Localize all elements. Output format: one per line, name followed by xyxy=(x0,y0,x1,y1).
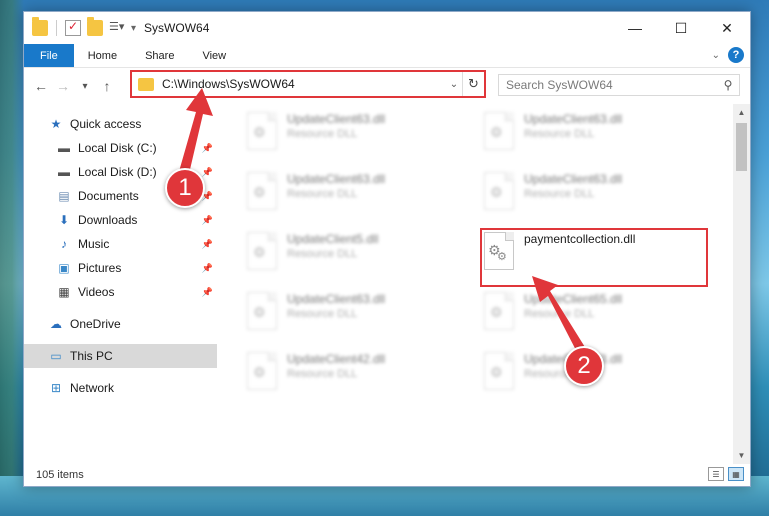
refresh-icon[interactable]: ↻ xyxy=(462,72,484,96)
dll-file-icon: ⚙ xyxy=(482,170,518,214)
dll-file-icon: ⚙ xyxy=(245,110,281,154)
file-item[interactable]: ⚙ UpdateClient63.dllResource DLL xyxy=(245,290,465,346)
computer-icon: ▭ xyxy=(50,349,62,363)
sidebar-item-label: OneDrive xyxy=(70,317,121,331)
pin-icon: 📌 xyxy=(201,166,213,177)
window-controls: — ☐ ✕ xyxy=(612,12,750,44)
videos-icon: ▦ xyxy=(58,285,70,299)
dll-file-icon: ⚙ xyxy=(482,290,518,334)
expand-ribbon-icon[interactable]: ⌄ xyxy=(712,50,720,61)
sidebar-item-this-pc[interactable]: ▭ This PC xyxy=(24,344,217,368)
close-button[interactable]: ✕ xyxy=(704,12,750,44)
sidebar-item-label: Local Disk (C:) xyxy=(78,141,157,155)
dll-file-icon: ⚙ xyxy=(245,230,281,274)
item-count: 105 items xyxy=(36,469,84,481)
scroll-up-icon[interactable]: ▲ xyxy=(733,104,750,121)
sidebar-item-quick-access[interactable]: ★ Quick access xyxy=(24,112,217,136)
forward-arrow-icon[interactable]: → xyxy=(52,78,74,94)
file-item[interactable]: ⚙ UpdateClient63.dllResource DLL xyxy=(245,110,465,166)
drive-icon: ▬ xyxy=(58,165,70,179)
step-marker-1: 1 xyxy=(165,168,205,208)
file-item[interactable]: ⚙ UpdateClient63.dllResource DLL xyxy=(245,170,465,226)
sidebar-item-downloads[interactable]: ⬇ Downloads 📌 xyxy=(24,208,217,232)
file-item[interactable]: ⚙ UpdateClient5.dll Resource DLL xyxy=(245,230,465,286)
file-item[interactable]: ⚙ UpdateClient63.dllResource DLL xyxy=(482,110,702,166)
sidebar-item-label: This PC xyxy=(70,349,113,363)
paymentcollection-highlight-box xyxy=(480,228,708,287)
music-icon: ♪ xyxy=(61,237,67,251)
address-row: ← → ▾ ↑ C:\Windows\SysWOW64 ⌄ ↻ ⚲ xyxy=(24,68,750,104)
search-icon[interactable]: ⚲ xyxy=(717,78,739,92)
minimize-button[interactable]: — xyxy=(612,12,658,44)
sidebar-item-pictures[interactable]: ▣ Pictures 📌 xyxy=(24,256,217,280)
folder-icon xyxy=(32,17,48,36)
properties-icon[interactable] xyxy=(65,19,81,36)
pin-icon: 📌 xyxy=(201,286,213,297)
desktop-background-palm xyxy=(0,0,24,516)
pin-icon: 📌 xyxy=(201,142,213,153)
vertical-scrollbar[interactable]: ▲ ▼ xyxy=(733,104,750,464)
ribbon-tabs: File Home Share View ⌄ ? xyxy=(24,44,750,68)
window-title: SysWOW64 xyxy=(144,21,210,35)
pin-icon: 📌 xyxy=(201,238,213,249)
address-path[interactable]: C:\Windows\SysWOW64 xyxy=(162,77,446,91)
file-item[interactable]: ⚙ UpdateClient63.dllResource DLL xyxy=(482,170,702,226)
pin-icon: 📌 xyxy=(201,262,213,273)
dll-file-icon: ⚙ xyxy=(245,170,281,214)
file-item[interactable]: ⚙ UpdateClient65.dll Resource DLL xyxy=(482,290,702,346)
details-view-icon[interactable]: ☰ xyxy=(708,467,724,481)
up-arrow-icon[interactable]: ↑ xyxy=(96,78,118,94)
help-icon[interactable]: ? xyxy=(728,47,744,63)
chevron-down-icon[interactable]: ▾ xyxy=(131,23,136,34)
search-input[interactable] xyxy=(506,78,717,92)
maximize-button[interactable]: ☐ xyxy=(658,12,704,44)
dll-file-icon: ⚙ xyxy=(245,350,281,394)
documents-icon: ▤ xyxy=(58,189,70,203)
quick-access-toolbar: ☰▾ ▾ xyxy=(24,17,136,36)
customize-toolbar-icon[interactable]: ☰▾ xyxy=(109,20,125,36)
sidebar-item-videos[interactable]: ▦ Videos 📌 xyxy=(24,280,217,304)
sidebar-item-music[interactable]: ♪ Music 📌 xyxy=(24,232,217,256)
folder-icon xyxy=(138,77,154,91)
download-icon: ⬇ xyxy=(58,213,70,227)
sidebar-item-label: Downloads xyxy=(78,213,138,227)
dll-file-icon: ⚙ xyxy=(245,290,281,334)
tab-view[interactable]: View xyxy=(188,44,240,67)
sidebar-item-label: Network xyxy=(70,381,115,395)
status-bar: 105 items ☰ ▦ xyxy=(24,464,750,486)
cloud-icon: ☁ xyxy=(50,317,62,331)
tab-file[interactable]: File xyxy=(24,44,74,67)
dll-file-icon: ⚙ xyxy=(482,350,518,394)
address-bar[interactable]: C:\Windows\SysWOW64 ⌄ ↻ xyxy=(130,70,486,98)
sidebar-item-onedrive[interactable]: ☁ OneDrive xyxy=(24,312,217,336)
drive-icon: ▬ xyxy=(58,141,70,155)
network-icon: ⊞ xyxy=(50,381,62,395)
star-icon: ★ xyxy=(50,117,62,131)
sidebar-item-label: Pictures xyxy=(78,261,122,275)
sidebar-item-label: Music xyxy=(78,237,110,251)
search-box[interactable]: ⚲ xyxy=(498,74,740,96)
sidebar-item-label: Local Disk (D:) xyxy=(78,165,157,179)
navigation-pane: ★ Quick access ▬ Local Disk (C:) 📌 ▬ Loc… xyxy=(24,104,217,464)
sidebar-item-network[interactable]: ⊞ Network xyxy=(24,376,217,400)
file-item[interactable]: ⚙ UpdateClient42.dll Resource DLL xyxy=(245,350,465,406)
title-bar: ☰▾ ▾ SysWOW64 — ☐ ✕ xyxy=(24,12,750,44)
sidebar-item-label: Documents xyxy=(78,189,139,203)
scroll-down-icon[interactable]: ▼ xyxy=(733,447,750,464)
pictures-icon: ▣ xyxy=(58,261,70,275)
recent-locations-chevron-icon[interactable]: ▾ xyxy=(74,81,96,92)
large-icons-view-icon[interactable]: ▦ xyxy=(728,467,744,481)
tab-home[interactable]: Home xyxy=(74,44,131,67)
scrollbar-thumb[interactable] xyxy=(736,123,747,171)
tab-share[interactable]: Share xyxy=(131,44,188,67)
sidebar-item-label: Quick access xyxy=(70,117,142,131)
dll-file-icon: ⚙ xyxy=(482,110,518,154)
chevron-down-icon[interactable]: ⌄ xyxy=(446,79,462,90)
sidebar-item-local-disk-c[interactable]: ▬ Local Disk (C:) 📌 xyxy=(24,136,217,160)
step-marker-2: 2 xyxy=(564,346,604,386)
pin-icon: 📌 xyxy=(201,214,213,225)
new-folder-icon[interactable] xyxy=(87,17,103,36)
sidebar-item-label: Videos xyxy=(78,285,115,299)
back-arrow-icon[interactable]: ← xyxy=(30,78,52,94)
